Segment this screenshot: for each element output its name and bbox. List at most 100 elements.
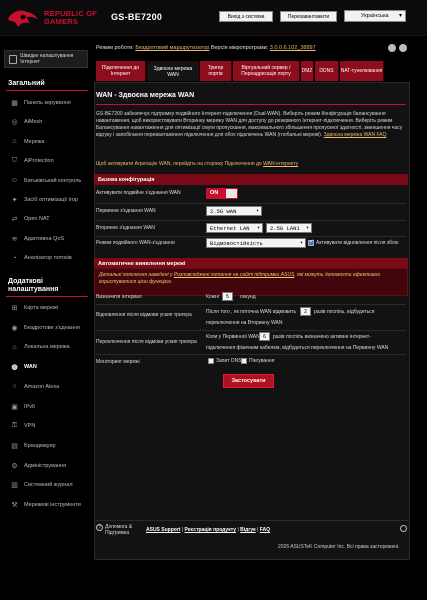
sidebar-item-qos[interactable]: ≋ Адаптивна QoS <box>6 231 88 247</box>
dns-query-checkbox[interactable] <box>208 358 214 364</box>
sidebar-item-gamepad[interactable]: ✦ Засіб оптимізації ігор <box>6 192 88 208</box>
sidebar-item-admin[interactable]: ⚙ Адміністрування <box>6 458 88 474</box>
wan-internet-link[interactable]: WAN-інтернету <box>263 161 298 167</box>
dns-query-label: Запит DNS <box>216 358 242 364</box>
lan-icon: ⌂ <box>12 343 17 351</box>
sidebar-item-lan[interactable]: ⌂ Локальна мережа <box>6 339 88 355</box>
tab-4[interactable]: DMZ <box>301 61 314 81</box>
sidebar-item-label: Мережеві інструменти <box>24 502 81 508</box>
alexa-icon: ○ <box>12 383 17 391</box>
reboot-button[interactable]: Перезавантажити <box>280 11 337 22</box>
interval-input[interactable]: 5 <box>222 292 233 301</box>
footer-divider <box>94 520 410 521</box>
interval-suffix: секунд <box>240 294 256 300</box>
title-divider <box>96 104 406 105</box>
sidebar-item-shield[interactable]: ⛉ AiProtection <box>6 153 88 169</box>
wireless-icon: ◉ <box>11 324 18 332</box>
row-divider <box>96 330 406 331</box>
chevron-down-icon: ▾ <box>398 13 402 19</box>
basic-config-header: Базова конфігурація <box>94 174 408 185</box>
rog-logo <box>8 10 38 27</box>
tab-6[interactable]: NAT-тунелювання <box>340 61 384 81</box>
sidebar-item-parental[interactable]: ☺ Батьківський контроль <box>6 173 88 189</box>
failback-trigger-label: Переключення після відмови ускип тригера <box>96 339 197 345</box>
aimesh-icon: ◎ <box>11 119 18 127</box>
footer-links: ASUS Support | Реєстрація продукту | Від… <box>146 527 271 533</box>
chevron-down-icon: ▾ <box>299 240 303 246</box>
logout-button[interactable]: Вихід з системи <box>219 11 273 22</box>
asus-support-link[interactable]: ASUS Support <box>146 527 180 533</box>
search-icon[interactable] <box>400 525 407 532</box>
sidebar-item-label: Адміністрування <box>24 462 67 469</box>
primary-wan-label: Первинне з'єднання WAN <box>96 208 156 214</box>
language-select[interactable]: Українська ▾ <box>344 10 406 22</box>
failover-count-input[interactable]: 2 <box>300 307 311 316</box>
sidebar-item-map[interactable]: ⊞ Карта мережі <box>6 300 88 316</box>
row-divider <box>96 304 406 305</box>
asus-faq-link[interactable]: Розповсюджені питання на сайті підтримки… <box>174 272 294 278</box>
sidebar-item-wireless[interactable]: ◉ Бездротове з'єднання <box>6 320 88 336</box>
firmware-link[interactable]: 3.0.0.6.102_38897 <box>270 45 316 51</box>
quick-setup-label: Швидке налаштування Інтернет <box>20 53 74 65</box>
tab-3[interactable]: Віртуальний сервер / Переадресація порту <box>233 61 300 81</box>
admin-icon: ⚙ <box>11 462 18 470</box>
sidebar-item-alexa[interactable]: ○ Amazon Alexa <box>6 379 88 395</box>
shield-icon: ⛉ <box>11 157 18 165</box>
row-divider <box>96 220 406 221</box>
primary-wan-select[interactable]: 2.5G WAN ▾ <box>206 206 262 216</box>
sidebar-item-log[interactable]: ▥ Системний журнал <box>6 477 88 493</box>
network-monitor-label: Моніторинг мережі <box>96 359 140 365</box>
sidebar-item-tools[interactable]: ⚒ Мережеві інструменти <box>6 497 88 513</box>
failback-count-input[interactable]: 6 <box>259 332 270 341</box>
help-support-label: Допомога & Підтримка <box>105 524 133 536</box>
dual-wan-mode-label: Режим подвійного WAN-з'єднання <box>96 240 175 246</box>
nat-icon: ⇄ <box>11 216 18 224</box>
sidebar-item-label: Брандмауер <box>24 442 56 449</box>
chevron-down-icon: ▾ <box>256 225 260 231</box>
sidebar-item-analyzer[interactable]: ◔ Аналізатор потоків <box>6 250 88 266</box>
failover-text-3: переключення на Вторинну WAN <box>206 320 283 326</box>
sidebar-item-label: Amazon Alexa <box>24 383 60 390</box>
product-registration-link[interactable]: Реєстрація продукту <box>185 527 237 533</box>
tab-0[interactable]: Підключення до Інтернет <box>96 61 146 81</box>
ping-checkbox[interactable] <box>241 358 247 364</box>
failback-checkbox[interactable] <box>308 239 314 246</box>
map-icon: ⊞ <box>11 305 18 312</box>
dual-wan-toggle[interactable]: ON <box>206 188 238 199</box>
sidebar-item-vpn[interactable]: ⚿ VPN <box>6 418 88 434</box>
secondary-wan-port-select[interactable]: 2.5G LAN1 ▾ <box>266 223 312 233</box>
sidebar-item-label: Системний журнал <box>24 482 73 489</box>
row-divider <box>96 203 406 204</box>
secondary-wan-port-value: 2.5G LAN1 <box>270 224 300 232</box>
failback-text-3: підключення фізичним кабелем, відбудетьс… <box>206 345 389 351</box>
sidebar-item-firewall[interactable]: ▤ Брандмауер <box>6 438 88 454</box>
dual-wan-mode-select[interactable]: Відмовостійкість ▾ <box>206 238 306 248</box>
failover-text-2: разів поспіль, відбудеться <box>314 309 375 315</box>
sidebar-item-label: Карта мережі <box>24 305 59 311</box>
tab-2[interactable]: Тригер портів <box>200 61 232 81</box>
sidebar-item-nat[interactable]: ⇄ Open NAT <box>6 211 88 227</box>
tab-5[interactable]: DDNS <box>315 61 339 81</box>
settings-gear-icon[interactable] <box>399 44 407 52</box>
faq-link[interactable]: FAQ <box>260 527 270 533</box>
sidebar-item-wan[interactable]: ◍ WAN <box>6 359 88 375</box>
operation-mode-link[interactable]: Бездротовий маршрутизатор <box>135 45 209 51</box>
secondary-wan-label: Вторинне з'єднання WAN <box>96 225 155 231</box>
page-title: WAN - Здвоєна мережа WAN <box>96 92 195 99</box>
brand-name: REPUBLIC OF GAMERS <box>44 9 98 26</box>
sidebar-item-aimesh[interactable]: ◎ AiMesh <box>6 114 88 130</box>
page-description: GS-BE7200 забезпечує підтримку подвійног… <box>96 111 403 138</box>
secondary-wan-type-select[interactable]: Ethernet LAN ▾ <box>206 223 263 233</box>
feedback-link[interactable]: Відгук <box>240 527 256 533</box>
sidebar-item-ipv6[interactable]: ▣ IPv6 <box>6 399 88 415</box>
sidebar-item-label: Панель керування <box>24 100 71 106</box>
sidebar-item-dashboard[interactable]: ▦ Панель керування <box>6 95 88 111</box>
internet-status-icon[interactable] <box>388 44 396 52</box>
tab-1[interactable]: Здвоєна мережа WAN <box>147 61 199 81</box>
sidebar-item-network[interactable]: ⌂ Мережа <box>6 134 88 150</box>
apply-button[interactable]: Застосувати <box>223 374 274 388</box>
dual-wan-faq-link[interactable]: Здвоєна мережа WAN FAQ <box>324 132 387 138</box>
quick-setup-button[interactable]: Швидке налаштування Інтернет <box>4 50 88 68</box>
sidebar-item-label: Адаптивна QoS <box>24 235 65 242</box>
analyzer-icon: ◔ <box>12 254 17 262</box>
